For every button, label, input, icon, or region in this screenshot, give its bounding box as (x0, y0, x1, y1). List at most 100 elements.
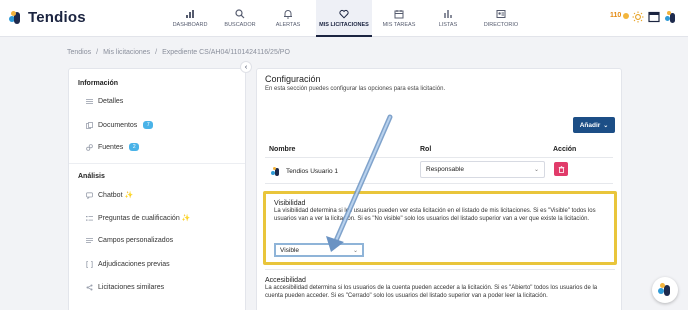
breadcrumb-separator: / (96, 49, 99, 56)
config-subtitle: En esta sección puedes configurar las op… (265, 86, 446, 92)
sidebar-item-label: Documentos (98, 121, 138, 129)
sidebar-item-label: Adjudicaciones previas (98, 261, 170, 268)
add-button-label: Añadir (579, 121, 601, 129)
nav-dashboard-label: DASHBOARD (172, 22, 208, 28)
visibility-section: Visibilidad La visibilidad determina si … (263, 191, 617, 265)
config-panel: Configuración En esta sección puedes con… (256, 68, 622, 310)
user-avatar-icon (271, 167, 280, 176)
sidebar-item-label: Licitaciones similares (98, 284, 165, 291)
count-badge: 7 (143, 121, 154, 129)
section-analisis: Análisis (78, 173, 105, 180)
sidebar-item-preguntas-cualificacion[interactable]: Preguntas de cualificación ✨ (86, 214, 190, 222)
column-header-name: Nombre (269, 146, 296, 153)
help-widget-button[interactable] (652, 277, 678, 303)
nav-mis-tareas[interactable]: MIS TAREAS (376, 0, 422, 37)
app-name: Tendios (28, 9, 86, 26)
nav-alertas-label: ALERTAS (275, 22, 301, 28)
chevron-left-icon: ‹ (244, 63, 248, 71)
chevron-down-icon: ⌄ (533, 167, 539, 173)
fields-icon (86, 238, 93, 243)
app-logo[interactable]: Tendios (8, 9, 86, 26)
search-icon (235, 9, 245, 19)
sparkle-icon: ✨ (181, 215, 191, 222)
nav-dashboard[interactable]: DASHBOARD (165, 0, 215, 37)
accessibility-description: La accesibilidad determina si los usuari… (265, 285, 598, 299)
collapse-sidebar-button[interactable]: ‹ (240, 61, 252, 73)
sidebar-divider (69, 163, 245, 164)
chevron-down-icon: ⌄ (352, 248, 358, 254)
visibility-description: La visibilidad determina si los usuarios… (274, 208, 596, 222)
sparkle-icon: ✨ (124, 192, 134, 199)
user-name: Tendios Usuario 1 (286, 168, 339, 175)
sidebar-item-detalles[interactable]: Detalles (86, 98, 123, 105)
visibility-select[interactable]: Visible ⌄ (274, 243, 364, 257)
sidebar-item-documentos[interactable]: Documentos 7 (86, 121, 154, 129)
row-divider (265, 183, 613, 184)
sidebar-item-label: Fuentes (98, 143, 124, 151)
breadcrumb-current: Expediente CS/AH04/1101424116/25/PO (162, 49, 290, 56)
network-icon (86, 284, 93, 291)
lines-icon (86, 99, 93, 104)
points-counter[interactable]: 110 (610, 12, 630, 19)
sidebar-item-fuentes[interactable]: Fuentes 2 (86, 143, 140, 151)
user-logo-icon[interactable] (664, 10, 678, 24)
nav-alertas[interactable]: ALERTAS (266, 0, 310, 37)
config-title: Configuración (265, 74, 321, 84)
column-header-role: Rol (420, 146, 432, 153)
trash-icon (558, 165, 564, 173)
nav-buscador-label: BUSCADOR (224, 22, 256, 28)
list-chart-icon (444, 10, 452, 18)
nav-mis-licitaciones-label: MIS LICITACIONES (319, 22, 369, 28)
accessibility-title: Accesibilidad (265, 277, 306, 284)
column-header-action: Acción (553, 146, 577, 153)
chevron-down-icon: ⌄ (603, 122, 609, 129)
add-user-button[interactable]: Añadir ⌄ (573, 117, 615, 133)
documents-icon (86, 121, 93, 129)
section-informacion: Información (78, 80, 119, 87)
directory-icon (496, 10, 506, 18)
nav-listas-label: LISTAS (438, 22, 458, 28)
sun-icon[interactable] (632, 11, 644, 23)
brackets-icon (86, 261, 93, 268)
header-divider (265, 157, 613, 158)
tendios-logo-icon (8, 10, 24, 26)
bell-icon (284, 10, 292, 19)
breadcrumb-separator: / (155, 49, 158, 56)
accessibility-section: Accesibilidad La accesibilidad determina… (265, 269, 615, 310)
tendios-logo-icon (658, 283, 672, 297)
breadcrumb-home[interactable]: Tendios (67, 49, 91, 56)
count-badge: 2 (129, 143, 140, 151)
sidebar-item-label: Preguntas de cualificación (98, 214, 180, 222)
sidebar-item-label: Detalles (98, 98, 124, 105)
nav-directorio[interactable]: DIRECTORIO (476, 0, 526, 37)
role-value: Responsable (426, 166, 464, 173)
nav-buscador[interactable]: BUSCADOR (218, 0, 262, 37)
top-navigation: Tendios DASHBOARD BUSCADOR ALERTAS MIS L… (0, 0, 688, 37)
chat-icon (86, 191, 93, 199)
delete-user-button[interactable] (554, 162, 568, 176)
nav-mis-licitaciones[interactable]: MIS LICITACIONES (316, 0, 372, 37)
list-check-icon (86, 215, 93, 221)
nav-directorio-label: DIRECTORIO (483, 22, 519, 28)
sidebar-item-campos-personalizados[interactable]: Campos personalizados (86, 237, 173, 244)
sidebar-item-label: Campos personalizados (98, 237, 174, 244)
bar-chart-icon (186, 10, 194, 18)
breadcrumb: Tendios / Mis licitaciones / Expediente … (67, 49, 290, 56)
breadcrumb-mis-licitaciones[interactable]: Mis licitaciones (103, 49, 150, 56)
role-select[interactable]: Responsable ⌄ (420, 161, 545, 178)
window-icon[interactable] (648, 11, 660, 23)
visibility-value: Visible (280, 247, 300, 254)
sidebar-item-chatbot[interactable]: Chatbot ✨ (86, 191, 133, 199)
sidebar-item-licitaciones-similares[interactable]: Licitaciones similares (86, 284, 164, 291)
sidebar-item-label: Chatbot (98, 191, 123, 199)
link-icon (86, 143, 93, 151)
nav-mis-tareas-label: MIS TAREAS (382, 22, 416, 28)
sidebar-panel: Información Detalles Documentos 7 Fuente… (68, 68, 246, 310)
coin-icon (623, 12, 630, 19)
calendar-icon (394, 10, 404, 19)
visibility-title: Visibilidad (274, 200, 306, 207)
nav-listas[interactable]: LISTAS (428, 0, 468, 37)
sidebar-item-adjudicaciones-previas[interactable]: Adjudicaciones previas (86, 261, 170, 268)
heart-icon (339, 9, 349, 19)
points-value: 110 (610, 12, 622, 19)
